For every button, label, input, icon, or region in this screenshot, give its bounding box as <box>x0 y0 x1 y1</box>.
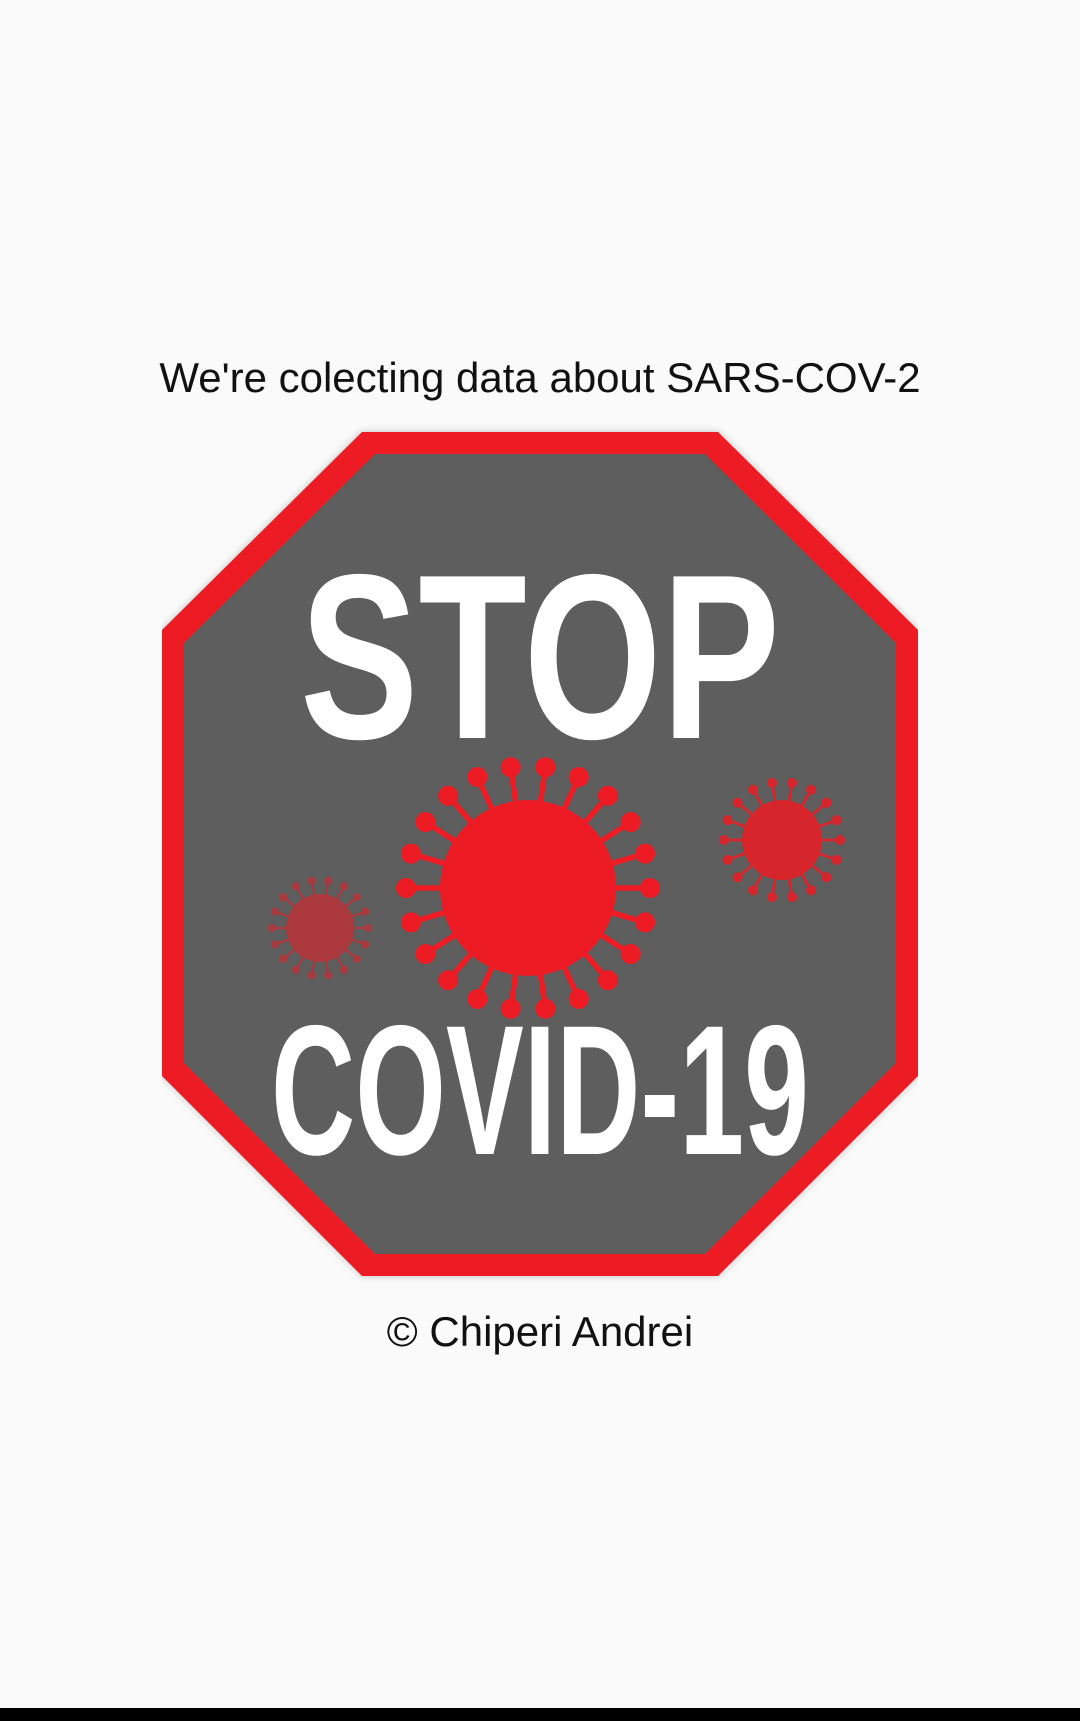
copyright-text: © Chiperi Andrei <box>386 1308 694 1355</box>
loading-message: We're colecting data about SARS-COV-2 <box>159 354 921 401</box>
covid-19-text: COVID-19 <box>271 988 809 1194</box>
stop-text: STOP <box>300 525 780 788</box>
stop-covid-logo: STOP COVID-19 <box>162 424 918 1284</box>
splash-screen: We're colecting data about SARS-COV-2 ST… <box>0 0 1080 1708</box>
system-navigation-bar <box>0 1708 1080 1721</box>
stop-sign-graphic: STOP COVID-19 <box>162 432 918 1276</box>
